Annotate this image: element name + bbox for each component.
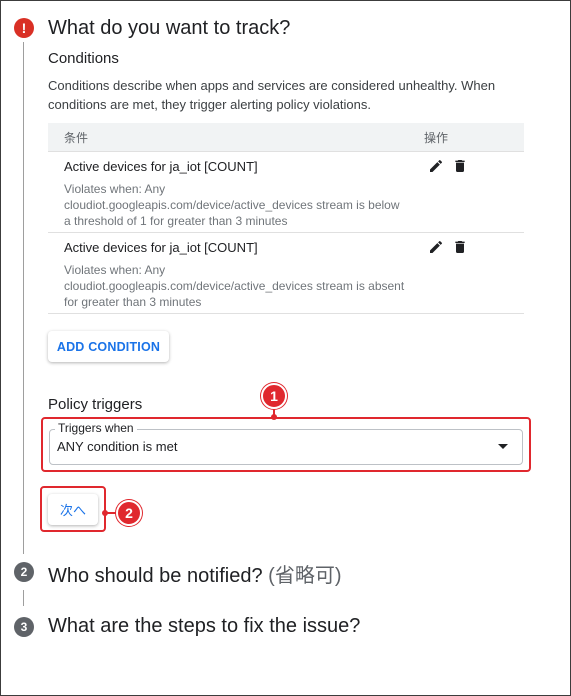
table-header: 条件 操作 xyxy=(48,123,524,152)
conditions-table: 条件 操作 Active devices for ja_iot [COUNT] … xyxy=(48,123,524,314)
callout-dot-1 xyxy=(271,414,277,420)
annotation-box-1 xyxy=(41,417,531,472)
step-1-title[interactable]: What do you want to track? xyxy=(48,17,290,40)
stepper-line xyxy=(23,42,24,554)
conditions-description: Conditions describe when apps and servic… xyxy=(48,78,496,112)
step-3-title[interactable]: What are the steps to fix the issue? xyxy=(48,615,360,638)
step-2-marker: 2 xyxy=(14,562,34,582)
delete-icon[interactable] xyxy=(452,158,468,174)
stepper-line xyxy=(23,590,24,606)
condition-violation: Violates when: Any cloudiot.googleapis.c… xyxy=(64,263,405,309)
column-header-actions: 操作 xyxy=(424,130,449,145)
step-2-title-text: Who should be notified? xyxy=(48,565,263,587)
table-row: Active devices for ja_iot [COUNT] Violat… xyxy=(48,233,524,314)
step-3-marker: 3 xyxy=(14,617,34,637)
error-icon: ! xyxy=(14,18,34,38)
conditions-heading: Conditions xyxy=(48,50,119,67)
edit-icon[interactable] xyxy=(428,239,444,255)
delete-icon[interactable] xyxy=(452,239,468,255)
table-row: Active devices for ja_iot [COUNT] Violat… xyxy=(48,152,524,233)
condition-name: Active devices for ja_iot [COUNT] xyxy=(64,159,258,174)
callout-badge-1: 1 xyxy=(261,383,287,409)
edit-icon[interactable] xyxy=(428,158,444,174)
step-2-title[interactable]: Who should be notified? (省略可) xyxy=(48,559,341,588)
condition-violation: Violates when: Any cloudiot.googleapis.c… xyxy=(64,182,400,228)
condition-name: Active devices for ja_iot [COUNT] xyxy=(64,240,258,255)
callout-badge-2: 2 xyxy=(116,500,142,526)
step-2-optional-tag: (省略可) xyxy=(268,565,342,587)
policy-triggers-heading: Policy triggers xyxy=(48,396,143,413)
annotation-box-2 xyxy=(40,486,106,532)
column-header-condition: 条件 xyxy=(64,130,89,145)
callout-dot-2 xyxy=(102,510,108,516)
add-condition-button[interactable]: ADD CONDITION xyxy=(48,331,169,362)
